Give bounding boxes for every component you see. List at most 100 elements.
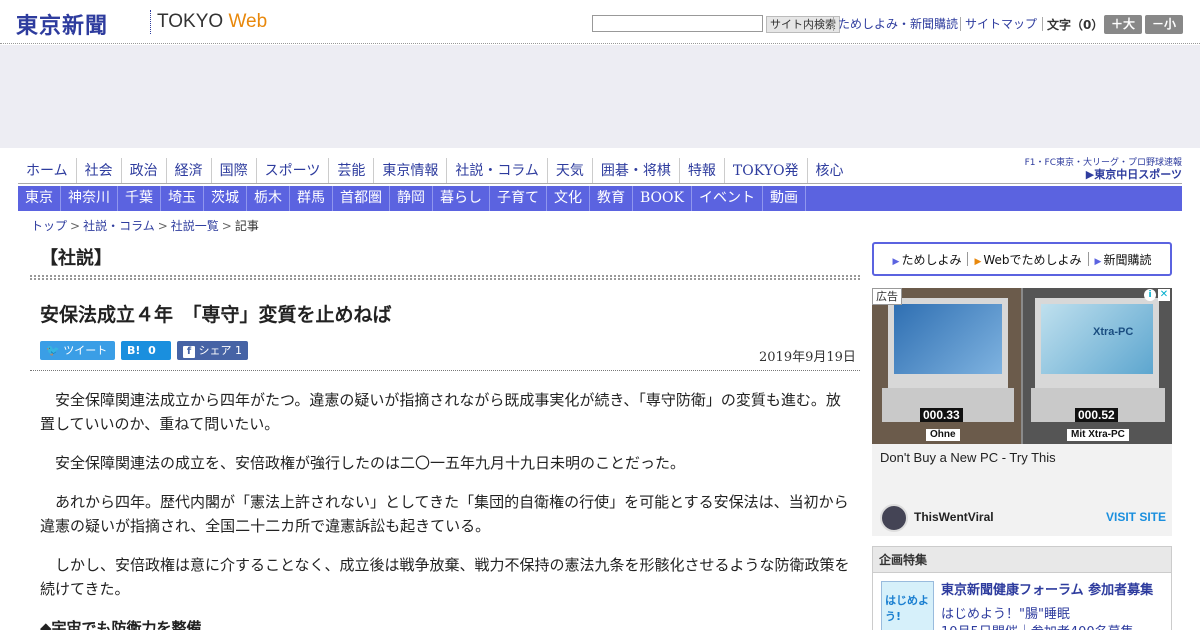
facebook-share-count: 1 xyxy=(235,344,242,357)
subnav-item-shizuoka[interactable]: 静岡 xyxy=(390,186,433,211)
subnav-item-book[interactable]: BOOK xyxy=(633,186,692,211)
subnav-item-culture[interactable]: 文化 xyxy=(547,186,590,211)
ad-info-icon[interactable]: i xyxy=(1144,289,1156,301)
nav-item-special-report[interactable]: 特報 xyxy=(678,158,724,184)
facebook-icon: f xyxy=(183,346,195,358)
feature-heading: 企画特集 xyxy=(873,547,1171,573)
subnav-item-ibaraki[interactable]: 茨城 xyxy=(204,186,247,211)
ad-screen-brand: Xtra-PC xyxy=(1093,326,1134,338)
article-title: 安保法成立４年 「専守」変質を止めねば xyxy=(40,304,392,326)
breadcrumb-separator: > xyxy=(221,219,232,233)
subnav-item-kanagawa[interactable]: 神奈川 xyxy=(61,186,118,211)
ad-image-left: 000.33 Ohne xyxy=(872,288,1021,444)
nav-item-go-shogi[interactable]: 囲碁・将棋 xyxy=(591,158,679,184)
font-increase-button[interactable]: ＋大 xyxy=(1104,15,1142,34)
tweet-label: ツイート xyxy=(63,344,108,357)
site-header: 東京新聞 TOKYO Web サイト内検索 ためしよみ・新聞購読 サイトマップ … xyxy=(0,0,1200,44)
subnav-item-parenting[interactable]: 子育て xyxy=(490,186,547,211)
font-decrease-button[interactable]: －小 xyxy=(1145,15,1183,34)
nav-item-tokyo-hatsu[interactable]: TOKYO発 xyxy=(723,158,807,184)
newspaper-subscription-link[interactable]: ▶ 新聞購読 xyxy=(1089,251,1158,268)
breadcrumb-editorial-column[interactable]: 社説・コラム xyxy=(83,219,155,233)
nav-item-home[interactable]: ホーム xyxy=(18,158,76,184)
nav-item-politics[interactable]: 政治 xyxy=(120,158,166,184)
facebook-share-button[interactable]: f シェア 1 xyxy=(177,341,248,360)
ad-image[interactable]: 000.33 Ohne Xtra-PC 000.52 Mit Xtra-PC 広… xyxy=(872,288,1172,444)
nav-item-sports[interactable]: スポーツ xyxy=(255,158,329,184)
article-date: 2019年9月19日 xyxy=(759,350,856,365)
nav-item-entertainment[interactable]: 芸能 xyxy=(328,158,373,184)
breadcrumb-separator: > xyxy=(157,219,168,233)
nav-item-tokyo-info[interactable]: 東京情報 xyxy=(373,158,446,184)
subnav-item-gunma[interactable]: 群馬 xyxy=(290,186,333,211)
facebook-share-label: シェア xyxy=(198,344,232,357)
ad-visit-site-button[interactable]: VISIT SITE xyxy=(1106,510,1166,524)
nav-item-weather[interactable]: 天気 xyxy=(546,158,592,184)
subnav-item-living[interactable]: 暮らし xyxy=(433,186,490,211)
hatena-bookmark-button[interactable]: B! 0 xyxy=(121,341,171,360)
breadcrumb: トップ > 社説・コラム > 社説一覧 > 記事 xyxy=(31,217,259,234)
subnav-item-tokyo[interactable]: 東京 xyxy=(18,186,61,211)
feature-title-link[interactable]: 東京新聞健康フォーラム 参加者募集 xyxy=(941,579,1153,598)
hatena-bookmark-icon: B! xyxy=(127,344,141,357)
subscribe-link[interactable]: ためしよみ・新聞購読 xyxy=(838,16,958,32)
article-paragraph: 安全保障関連法成立から四年がたつ。違憲の疑いが指摘されながら既成事実化が続き、「… xyxy=(40,391,841,433)
sidebar-ad[interactable]: 000.33 Ohne Xtra-PC 000.52 Mit Xtra-PC 広… xyxy=(872,288,1172,536)
subnav-item-education[interactable]: 教育 xyxy=(590,186,633,211)
arrow-right-icon: ▶ xyxy=(1094,256,1102,267)
ad-timer-left-label: Ohne xyxy=(926,429,960,441)
article-paragraph: 安全保障関連法の成立を、安倍政権が強行したのは二〇一五年九月十九日未明のことだっ… xyxy=(55,454,686,472)
nav-item-society[interactable]: 社会 xyxy=(75,158,121,184)
font-size-label: 文字（0） xyxy=(1047,18,1104,32)
laptop-screen xyxy=(894,304,1002,374)
ad-label: 広告 xyxy=(872,288,902,305)
article-divider xyxy=(30,370,860,371)
ad-advertiser-avatar xyxy=(880,504,908,532)
web-trial-reading-label: Webでためしよみ xyxy=(983,252,1082,267)
site-logo-tokyo-web[interactable]: TOKYO Web xyxy=(157,11,267,33)
feature-thumbnail[interactable]: はじめよう! xyxy=(881,581,934,630)
sitemap-link[interactable]: サイトマップ xyxy=(965,16,1037,32)
ad-close-icon[interactable]: ✕ xyxy=(1158,289,1170,301)
subnav-item-saitama[interactable]: 埼玉 xyxy=(161,186,204,211)
ad-headline[interactable]: Don't Buy a New PC - Try This xyxy=(880,450,1056,465)
breadcrumb-editorial-list[interactable]: 社説一覧 xyxy=(171,219,219,233)
subnav-item-tochigi[interactable]: 栃木 xyxy=(247,186,290,211)
ad-timer-right: 000.52 xyxy=(1075,408,1118,422)
article-paragraph: しかし、安倍政権は意に介することなく、成立後は戦争放棄、戦力不保持の憲法九条を形… xyxy=(40,556,850,598)
logo-en-suffix: Web xyxy=(228,11,268,32)
nav-item-international[interactable]: 国際 xyxy=(210,158,256,184)
arrow-right-icon: ▶ xyxy=(892,256,900,267)
feature-box: 企画特集 はじめよう! 東京新聞健康フォーラム 参加者募集 はじめよう！"腸"睡… xyxy=(872,546,1172,630)
main-nav: ホーム 社会 政治 経済 国際 スポーツ 芸能 東京情報 社説・コラム 天気 囲… xyxy=(18,158,844,184)
nav-item-kakushin[interactable]: 核心 xyxy=(806,158,852,184)
nav-divider xyxy=(18,183,1182,184)
nav-item-editorial-column[interactable]: 社説・コラム xyxy=(446,158,547,184)
nav-item-economy[interactable]: 経済 xyxy=(165,158,211,184)
header-divider xyxy=(1042,17,1043,31)
newspaper-subscription-label: 新聞購読 xyxy=(1103,252,1152,267)
subscription-links-box: ▶ ためしよみ ▶ Webでためしよみ ▶ 新聞購読 xyxy=(872,242,1172,276)
subnav-item-video[interactable]: 動画 xyxy=(763,186,806,211)
article-body: 安全保障関連法成立から四年がたつ。違憲の疑いが指摘されながら既成事実化が続き、「… xyxy=(40,388,850,630)
feature-thumbnail-text: はじめよう! xyxy=(885,594,929,623)
site-search-button[interactable]: サイト内検索 xyxy=(766,16,840,33)
trial-reading-label: ためしよみ xyxy=(901,252,962,267)
trial-reading-link[interactable]: ▶ ためしよみ xyxy=(887,251,968,268)
web-trial-reading-link[interactable]: ▶ Webでためしよみ xyxy=(968,251,1087,268)
site-logo[interactable]: 東京新聞 xyxy=(16,8,108,40)
breadcrumb-separator: > xyxy=(70,219,81,233)
ad-advertiser-name[interactable]: ThisWentViral xyxy=(914,510,994,524)
logo-en-prefix: TOKYO xyxy=(157,11,224,32)
ad-timer-left: 000.33 xyxy=(920,408,963,422)
site-search-input[interactable] xyxy=(592,15,763,32)
breadcrumb-current: 記事 xyxy=(234,219,259,233)
subnav-item-chiba[interactable]: 千葉 xyxy=(118,186,161,211)
header-divider xyxy=(960,17,961,31)
tweet-button[interactable]: 🐦 ツイート xyxy=(40,341,115,360)
section-title: 【社説】 xyxy=(40,248,112,269)
breadcrumb-top[interactable]: トップ xyxy=(31,219,67,233)
chunichi-sports-link[interactable]: F1・FC東京・大リーグ・プロ野球速報 ▶東京中日スポーツ xyxy=(1022,155,1182,181)
subnav-item-event[interactable]: イベント xyxy=(692,186,763,211)
subnav-item-shutoken[interactable]: 首都圏 xyxy=(333,186,390,211)
